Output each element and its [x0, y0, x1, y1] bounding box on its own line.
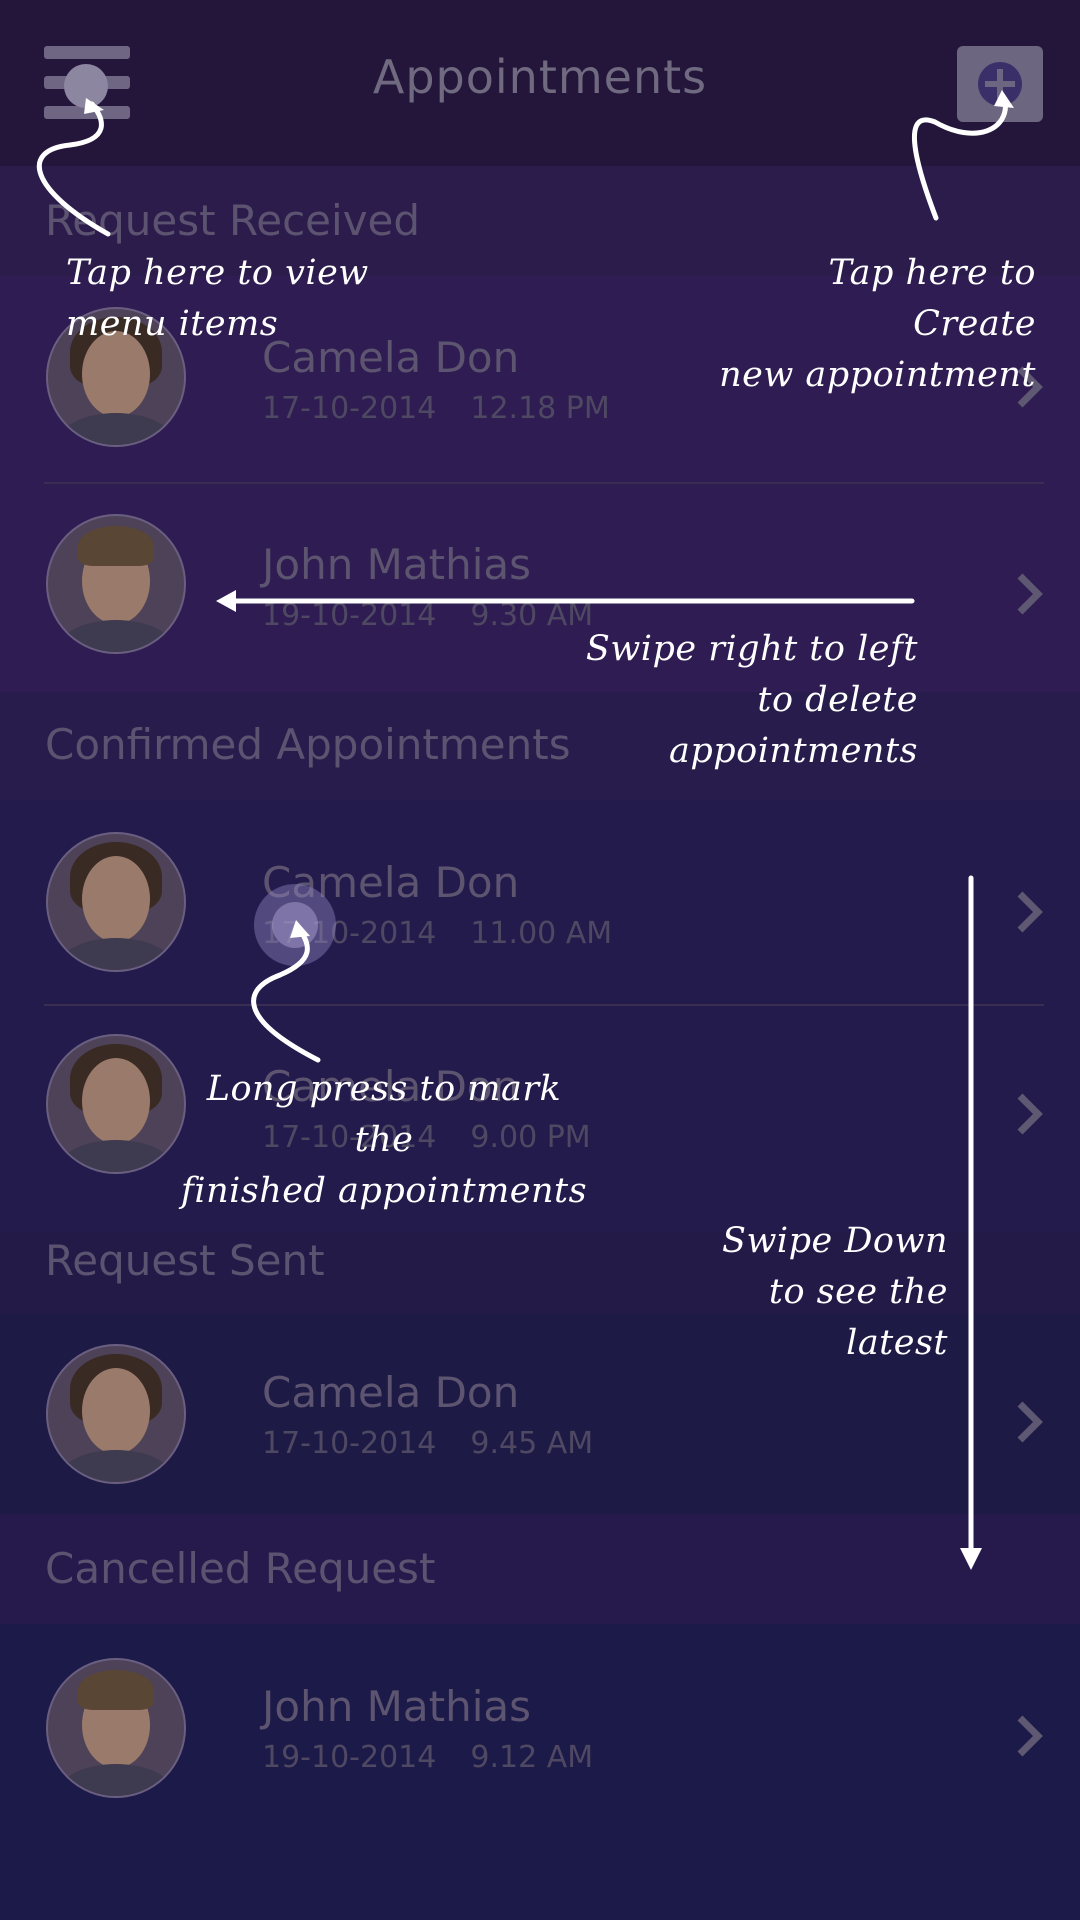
arrowhead	[216, 590, 236, 612]
long-press-arrow	[251, 927, 321, 1063]
arrowhead	[960, 1548, 982, 1570]
hint-line: Swipe right to left	[585, 629, 918, 669]
hint-line: to see the latest	[768, 1272, 948, 1363]
menu-hint-text: Tap here to view menu items	[66, 248, 369, 350]
hint-line: new appointment	[719, 355, 1036, 395]
hint-line: to delete appointments	[668, 680, 918, 771]
create-hint-arrow	[911, 97, 1008, 221]
hint-line: Tap here to Create	[828, 253, 1036, 344]
menu-hint-arrow	[36, 101, 111, 237]
arrowhead	[84, 98, 104, 114]
long-press-hint-text: Long press to mark the finished appointm…	[176, 1064, 592, 1217]
swipe-left-hint-text: Swipe right to left to delete appointmen…	[500, 624, 918, 777]
create-hint-text: Tap here to Create new appointment	[700, 248, 1036, 401]
arrowhead	[994, 90, 1014, 108]
swipe-down-hint-text: Swipe Down to see the latest	[664, 1216, 948, 1369]
hint-line: finished appointments	[180, 1171, 588, 1211]
hint-line: Tap here to view	[66, 253, 369, 293]
hint-line: Long press to mark the	[206, 1069, 562, 1160]
arrowhead	[290, 920, 310, 938]
hint-line: menu items	[66, 304, 279, 344]
hint-line: Swipe Down	[721, 1221, 948, 1261]
